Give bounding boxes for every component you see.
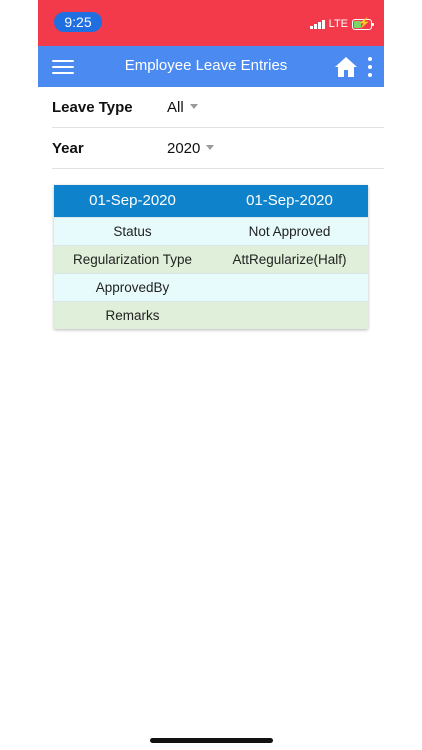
year-dropdown[interactable]: 2020 — [167, 139, 215, 159]
entry-to-date: 01-Sep-2020 — [246, 192, 333, 209]
entry-row-value: AttRegularize(Half) — [232, 252, 347, 267]
battery-icon: ⚡ — [352, 18, 374, 30]
page-title: Employee Leave Entries — [124, 57, 288, 74]
leave-type-value: All — [167, 99, 184, 116]
year-value: 2020 — [167, 140, 201, 157]
entry-row-status: Status Not Approved — [54, 217, 368, 245]
status-bar: 9:25 LTE ⚡ — [38, 0, 384, 46]
leave-entry-card[interactable]: 01-Sep-2020 01-Sep-2020 Status Not Appro… — [54, 185, 368, 329]
entry-row-regularization-type: Regularization Type AttRegularize(Half) — [54, 245, 368, 273]
status-time: 9:25 — [54, 12, 102, 32]
entry-row-label: Status — [113, 224, 152, 239]
entry-row-value — [211, 302, 368, 329]
entry-row-remarks: Remarks — [54, 301, 368, 329]
signal-icon — [309, 19, 325, 29]
network-type: LTE — [328, 18, 348, 30]
entry-row-label: Remarks — [105, 308, 160, 323]
leave-type-label: Leave Type — [52, 99, 133, 116]
status-indicators: LTE ⚡ — [309, 17, 374, 31]
entry-from-date: 01-Sep-2020 — [89, 192, 176, 209]
entry-row-label: Regularization Type — [72, 252, 193, 267]
leave-type-filter-row: Leave Type All — [52, 87, 384, 128]
leave-type-dropdown[interactable]: All — [167, 98, 198, 118]
entry-row-approved-by: ApprovedBy — [54, 273, 368, 301]
app-bar: Employee Leave Entries — [38, 46, 384, 87]
entry-row-value: Not Approved — [248, 224, 331, 239]
entry-row-label: ApprovedBy — [95, 280, 170, 295]
home-indicator[interactable] — [150, 738, 273, 743]
chevron-down-icon — [189, 104, 198, 109]
entry-card-header: 01-Sep-2020 01-Sep-2020 — [54, 185, 368, 217]
app-screen: 9:25 LTE ⚡ Employee Leave Entries Leave … — [0, 0, 422, 750]
hamburger-menu-icon[interactable] — [52, 59, 74, 75]
year-label: Year — [52, 140, 84, 157]
home-icon[interactable] — [334, 55, 358, 79]
chevron-down-icon — [206, 145, 215, 150]
more-vertical-icon[interactable] — [365, 57, 375, 77]
entry-row-value — [211, 274, 368, 301]
year-filter-row: Year 2020 — [52, 128, 384, 169]
